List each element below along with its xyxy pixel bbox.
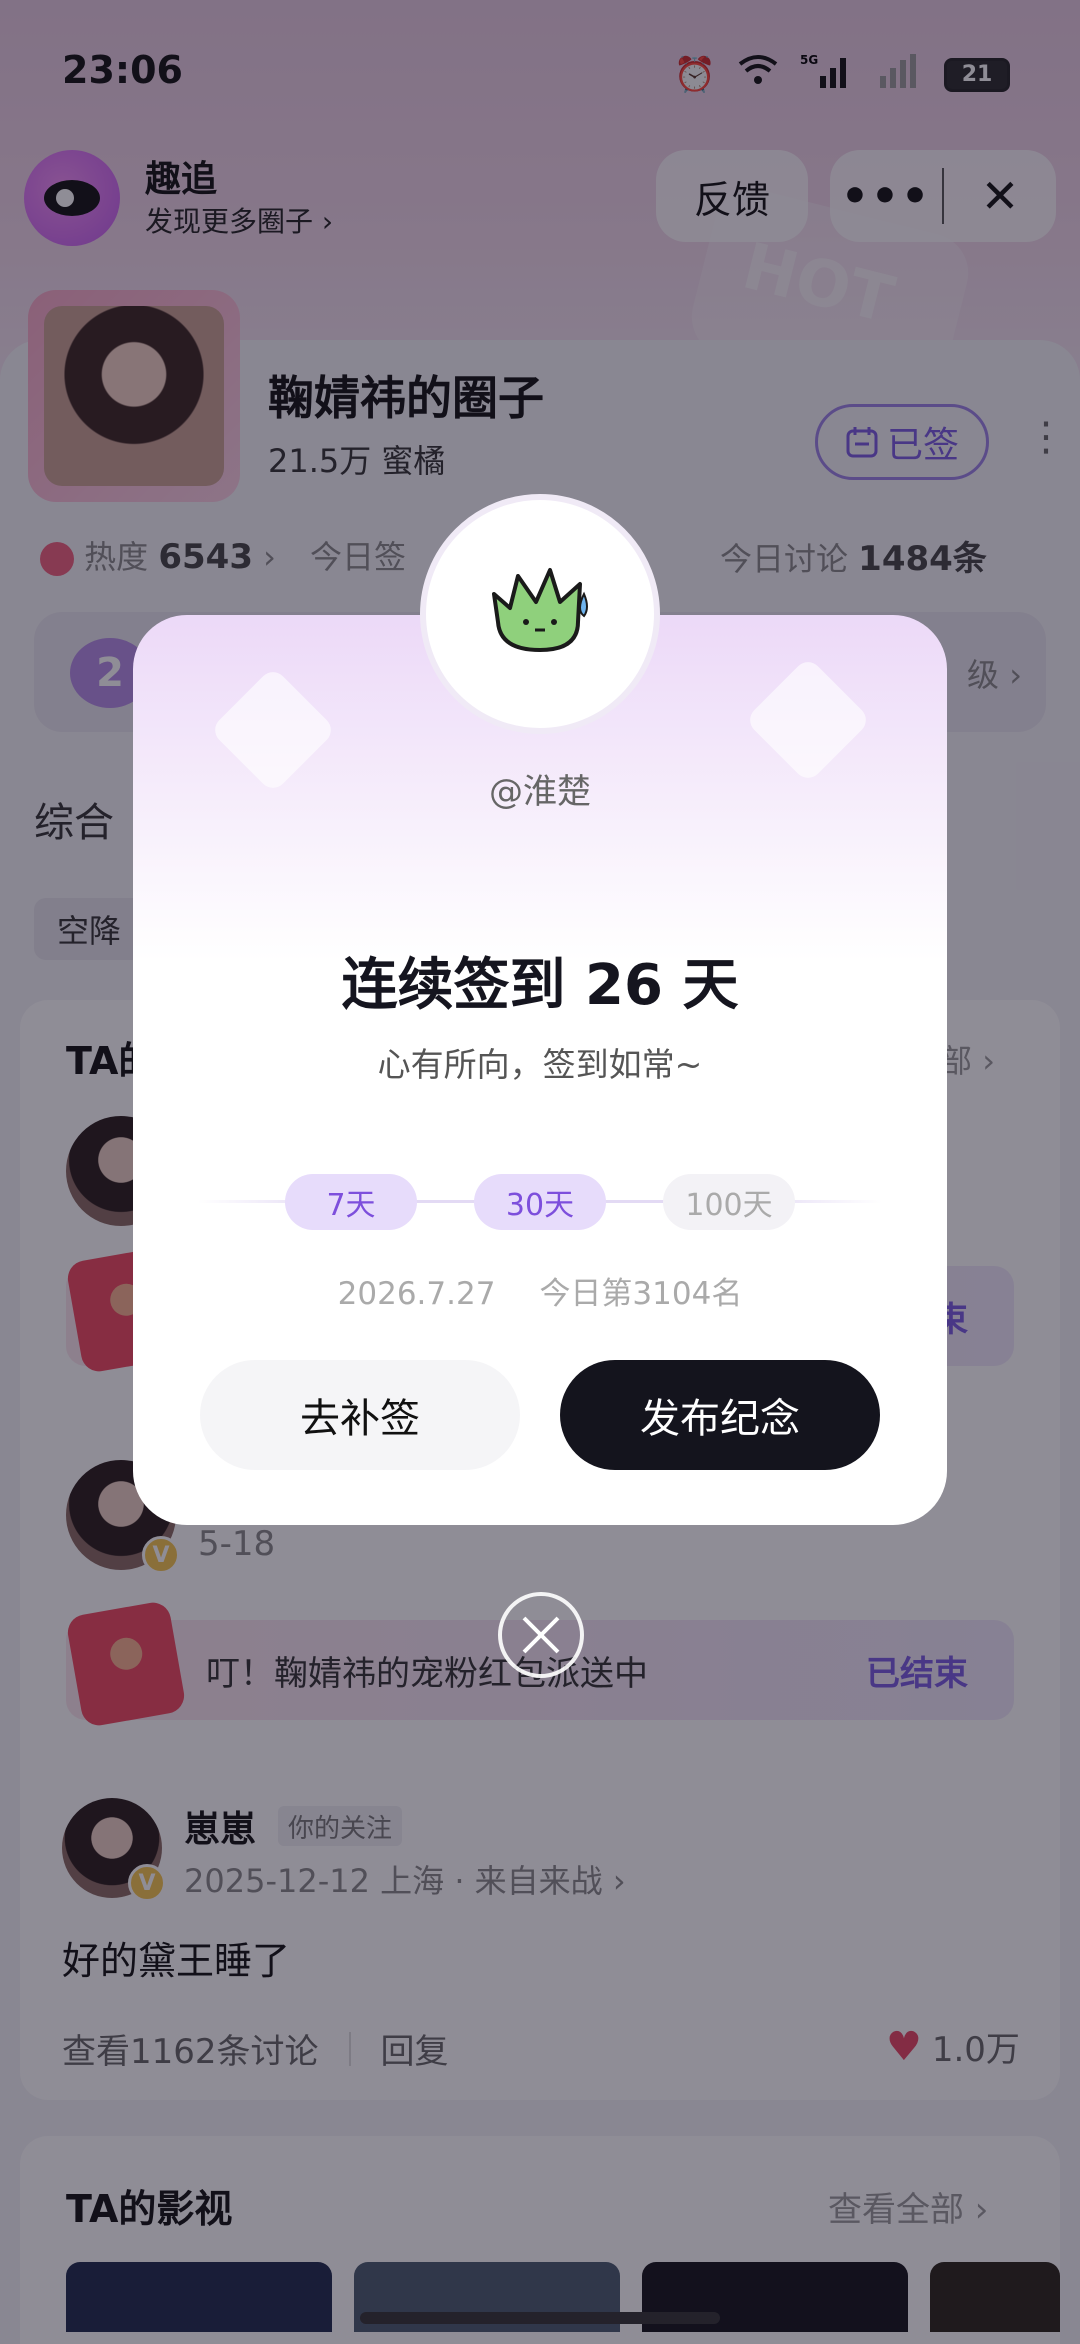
milestone-3: 100天	[663, 1174, 795, 1230]
sign-date: 2026.7.27	[337, 1276, 496, 1312]
mascot-icon	[492, 568, 588, 652]
publish-memorial-button[interactable]: 发布纪念	[560, 1360, 880, 1470]
sign-info: 2026.7.27 今日第3104名	[0, 1268, 1080, 1313]
user-handle: @淮楚	[489, 772, 591, 812]
streak-subtitle: 心有所向，签到如常~	[377, 1045, 703, 1084]
milestone-1: 7天	[285, 1174, 417, 1230]
streak-title: 连续签到 26 天	[341, 953, 739, 1018]
sign-rank: 今日第3104名	[539, 1276, 743, 1312]
user-avatar-badge	[420, 494, 660, 734]
close-dialog-button[interactable]	[498, 1592, 584, 1678]
close-icon	[522, 1616, 560, 1654]
milestone-2: 30天	[474, 1174, 606, 1230]
makeup-sign-button[interactable]: 去补签	[200, 1360, 520, 1470]
